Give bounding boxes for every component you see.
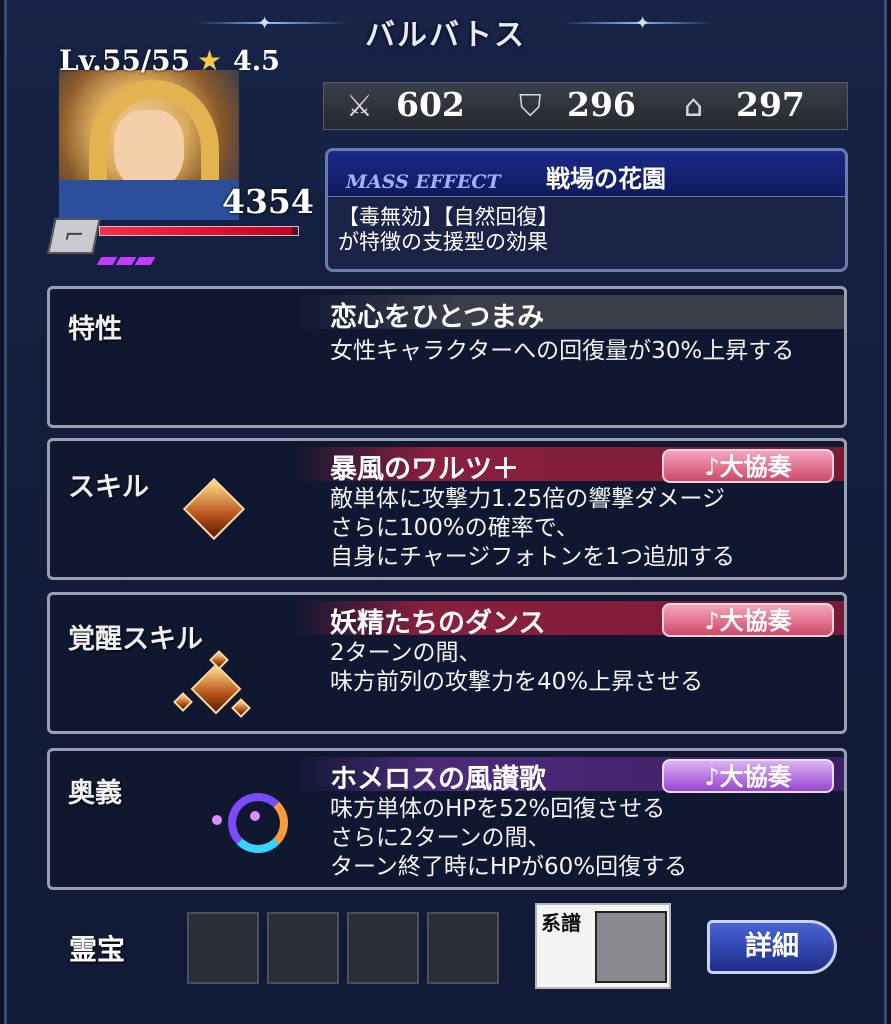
- level-text: Lv.55/55: [59, 44, 191, 77]
- skill-name: 暴風のワルツ＋: [330, 454, 519, 485]
- trait-description: 女性キャラクターへの回復量が30%上昇する: [330, 338, 795, 364]
- awaken-skill-name: 妖精たちのダンス: [330, 608, 546, 639]
- ougi-badge: ♪大協奏: [662, 759, 834, 793]
- awaken-skill-label: 覚醒スキル: [68, 624, 203, 655]
- skill-badge: ♪大協奏: [662, 449, 834, 483]
- hp-bar: [99, 226, 299, 236]
- trait-name: 恋心をひとつまみ: [330, 302, 545, 333]
- character-detail-window: ✦ バルバトス ✦ Lv.55/55 ★ 4.5 4354 ⌐ ⚔ 602 ⛉ …: [4, 0, 887, 1024]
- ougi-label: 奥義: [68, 778, 122, 809]
- trait-label: 特性: [68, 314, 122, 345]
- charge-gauge: [96, 250, 156, 269]
- skill-label: スキル: [68, 472, 149, 503]
- defense-value: 296: [567, 85, 636, 124]
- awaken-skill-panel[interactable]: 覚醒スキル 妖精たちのダンス ♪大協奏 2ターンの間、 味方前列の攻撃力を40%…: [47, 592, 847, 734]
- shield-icon: ⛉: [519, 89, 542, 124]
- ougi-description: 味方単体のHPを52%回復させる さらに2ターンの間、 ターン終了時にHPが60…: [330, 796, 688, 880]
- hp-value: 4354: [222, 182, 314, 221]
- character-portrait[interactable]: [59, 70, 239, 220]
- skill-gem-icon: [182, 477, 246, 541]
- keifu-label: 系譜: [541, 911, 581, 935]
- stats-bar: ⚔ 602 ⛉ 296 ⌂ 297: [323, 82, 848, 130]
- gun-weapon-icon: ⌐: [47, 218, 101, 254]
- reiho-label: 霊宝: [69, 933, 126, 966]
- sword-icon: ⚔: [346, 89, 373, 124]
- mass-effect-description: 【毒無効】【自然回復】 が特徴の支援型の効果: [338, 205, 559, 254]
- mass-effect-name: 戦場の花園: [546, 165, 666, 193]
- reiho-slot-1[interactable]: [187, 912, 259, 984]
- sparkle-icon: ✦: [635, 13, 651, 34]
- reiho-slot-2[interactable]: [267, 912, 339, 984]
- awaken-skill-badge: ♪大協奏: [662, 603, 834, 637]
- crescent-moon-icon: [228, 793, 288, 853]
- ougi-panel[interactable]: 奥義 ホメロスの風讃歌 ♪大協奏 味方単体のHPを52%回復させる さらに2ター…: [47, 748, 847, 890]
- speed-value: 297: [736, 85, 805, 124]
- skill-description: 敵単体に攻撃力1.25倍の響撃ダメージ さらに100%の確率で、 自身にチャージ…: [330, 486, 735, 570]
- reiho-slot-3[interactable]: [347, 912, 419, 984]
- detail-button[interactable]: 詳細: [707, 920, 837, 974]
- reiho-slot-4[interactable]: [427, 912, 499, 984]
- skill-panel[interactable]: スキル 暴風のワルツ＋ ♪大協奏 敵単体に攻撃力1.25倍の響撃ダメージ さらに…: [47, 438, 847, 580]
- attack-value: 602: [396, 85, 465, 124]
- mass-effect-label: MASS EFFECT: [346, 171, 501, 193]
- star-icon: ★: [197, 44, 223, 77]
- ougi-name: ホメロスの風讃歌: [330, 764, 546, 795]
- awaken-skill-description: 2ターンの間、 味方前列の攻撃力を40%上昇させる: [330, 640, 704, 695]
- keifu-slot[interactable]: [595, 911, 667, 983]
- keifu-panel[interactable]: 系譜: [535, 903, 671, 989]
- boot-icon: ⌂: [684, 89, 704, 124]
- rating-value: 4.5: [233, 46, 280, 77]
- mass-effect-panel[interactable]: MASS EFFECT 戦場の花園 【毒無効】【自然回復】 が特徴の支援型の効果: [325, 148, 848, 272]
- hp-bar-fill: [100, 227, 293, 235]
- trait-panel[interactable]: 特性 恋心をひとつまみ 女性キャラクターへの回復量が30%上昇する: [47, 286, 847, 428]
